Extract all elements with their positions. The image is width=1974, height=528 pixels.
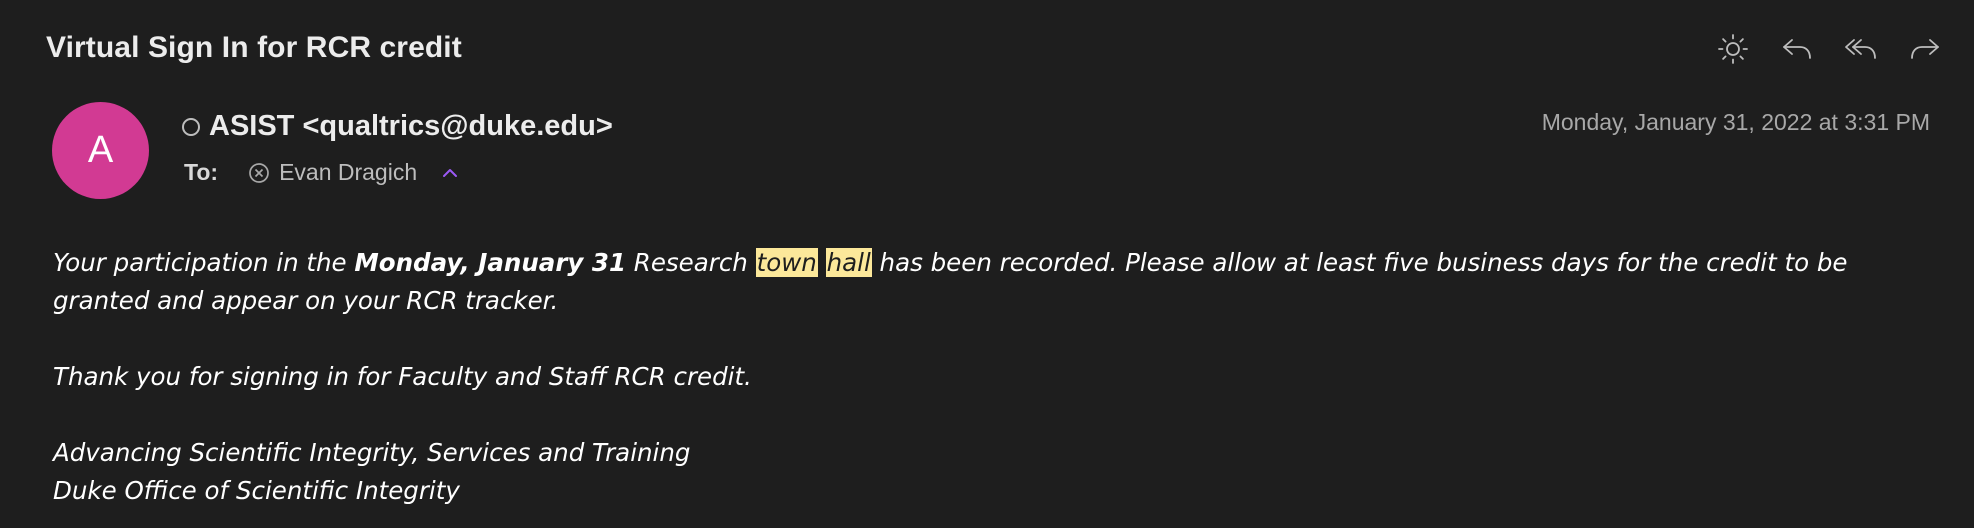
highlighted-word: town <box>755 248 818 277</box>
signature-line: Duke Office of Scientific Integrity <box>53 476 460 505</box>
email-window: Virtual Sign In for RCR credit A ASIST <… <box>0 0 1974 528</box>
body-bold-date: Monday, January 31 <box>354 248 627 277</box>
recipient-name[interactable]: Evan Dragich <box>279 159 417 186</box>
reply-all-button[interactable] <box>1842 30 1880 68</box>
body-text: Research <box>626 248 756 277</box>
email-date: Monday, January 31, 2022 at 3:31 PM <box>1541 109 1930 135</box>
highlighted-word: hall <box>825 248 872 277</box>
sender-avatar: A <box>52 102 149 199</box>
sun-icon <box>1718 34 1748 64</box>
body-text: Your participation in the <box>53 248 355 277</box>
chevron-up-icon[interactable] <box>440 163 460 183</box>
to-label: To: <box>184 159 219 185</box>
reply-button[interactable] <box>1778 30 1816 68</box>
body-paragraph: Your participation in the Monday, Januar… <box>53 244 1933 320</box>
sender-row: ASIST <qualtrics@duke.edu> <box>182 110 613 143</box>
body-text <box>818 248 826 277</box>
appearance-button[interactable] <box>1714 30 1752 68</box>
sender-name[interactable]: ASIST <qualtrics@duke.edu> <box>209 110 613 143</box>
unread-indicator-icon[interactable] <box>182 117 200 136</box>
email-subject: Virtual Sign In for RCR credit <box>46 31 462 64</box>
email-body: Your participation in the Monday, Januar… <box>53 244 1933 510</box>
thank-you-paragraph: Thank you for signing in for Faculty and… <box>53 362 752 391</box>
signature-line: Advancing Scientific Integrity, Services… <box>53 438 691 467</box>
message-toolbar <box>1714 30 1944 68</box>
reply-icon <box>1783 39 1811 59</box>
reply-all-icon <box>1845 39 1876 59</box>
recipient-remove-icon[interactable] <box>248 162 270 184</box>
forward-icon <box>1911 39 1939 59</box>
recipients-row: To: Evan Dragich <box>184 159 460 186</box>
forward-button[interactable] <box>1906 30 1944 68</box>
